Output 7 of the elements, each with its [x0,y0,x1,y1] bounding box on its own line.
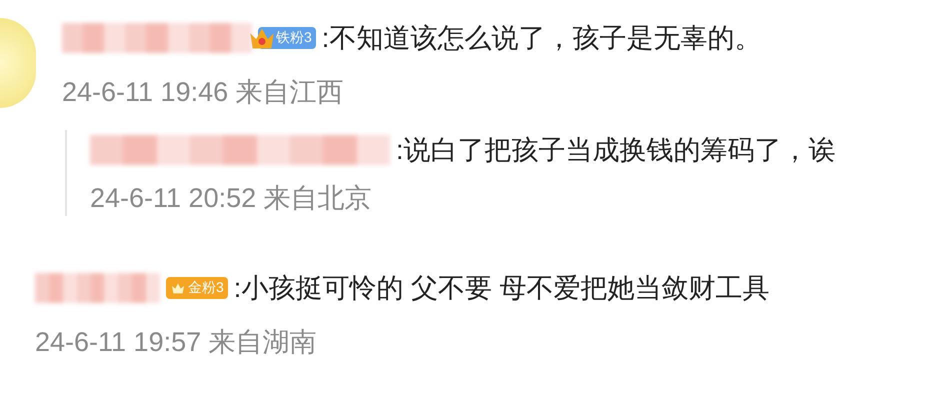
comment-meta: 24-6-11 20:52 来自北京 [90,182,373,215]
comment-text: :小孩挺可怜的 父不要 母不爱把她当敛财工具 [234,272,770,305]
comment-meta: 24-6-11 19:57 来自湖南 [35,326,318,359]
comment-text: :说白了把孩子当成换钱的筹码了，诶 [396,134,836,167]
comment-meta: 24-6-11 19:46 来自江西 [62,76,345,109]
comment-text: :不知道该怎么说了，孩子是无辜的。 [322,22,762,55]
fan-badge: 金粉3 [166,277,228,299]
